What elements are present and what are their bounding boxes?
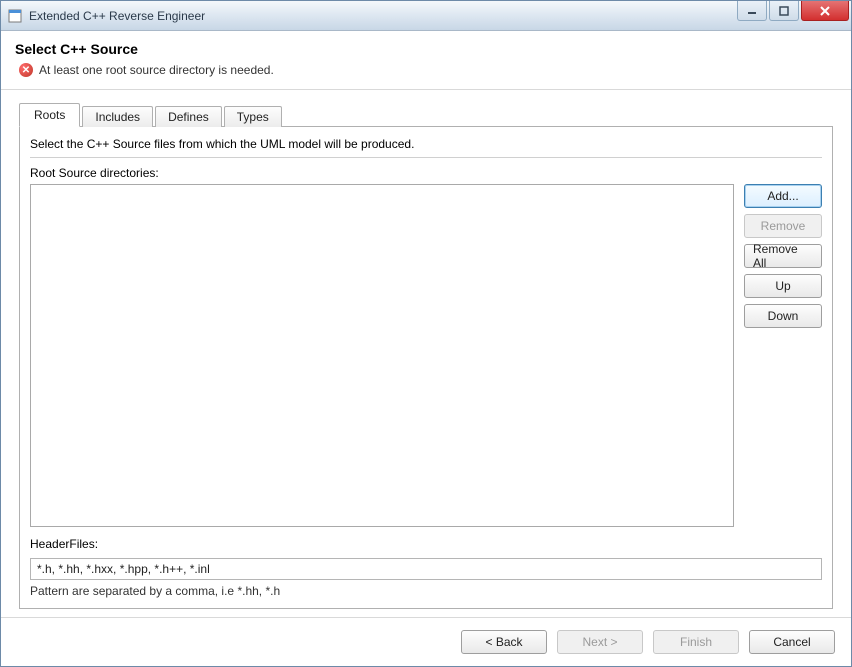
wizard-footer: < Back Next > Finish Cancel [1,617,851,666]
back-button[interactable]: < Back [461,630,547,654]
error-icon: ✕ [19,63,33,77]
tab-strip: Roots Includes Defines Types [19,102,833,126]
tab-defines[interactable]: Defines [155,106,222,127]
tab-panel-roots: Select the C++ Source files from which t… [19,126,833,609]
window-title: Extended C++ Reverse Engineer [29,9,735,23]
root-dirs-label: Root Source directories: [30,166,822,180]
add-button[interactable]: Add... [744,184,822,208]
pattern-hint: Pattern are separated by a comma, i.e *.… [30,584,822,598]
remove-all-button[interactable]: Remove All [744,244,822,268]
wizard-header: Select C++ Source ✕ At least one root so… [1,31,851,90]
close-button[interactable] [801,1,849,21]
error-text: At least one root source directory is ne… [39,63,274,77]
up-button[interactable]: Up [744,274,822,298]
headerfiles-label: HeaderFiles: [30,537,822,551]
validation-message: ✕ At least one root source directory is … [15,63,837,77]
separator [30,157,822,158]
cancel-button[interactable]: Cancel [749,630,835,654]
remove-button: Remove [744,214,822,238]
window-controls [735,1,851,30]
minimize-button[interactable] [737,1,767,21]
tab-includes[interactable]: Includes [82,106,153,127]
finish-button: Finish [653,630,739,654]
tab-roots[interactable]: Roots [19,103,80,127]
panel-description: Select the C++ Source files from which t… [30,135,822,157]
root-dirs-row: Add... Remove Remove All Up Down [30,184,822,527]
root-dirs-listbox[interactable] [30,184,734,527]
wizard-content: Roots Includes Defines Types Select the … [1,90,851,617]
maximize-button[interactable] [769,1,799,21]
app-icon [7,8,23,24]
down-button[interactable]: Down [744,304,822,328]
headerfiles-section: HeaderFiles: Pattern are separated by a … [30,537,822,598]
page-title: Select C++ Source [15,41,837,57]
headerfiles-input[interactable] [30,558,822,580]
titlebar: Extended C++ Reverse Engineer [1,1,851,31]
tab-types[interactable]: Types [224,106,282,127]
next-button: Next > [557,630,643,654]
side-buttons: Add... Remove Remove All Up Down [744,184,822,527]
